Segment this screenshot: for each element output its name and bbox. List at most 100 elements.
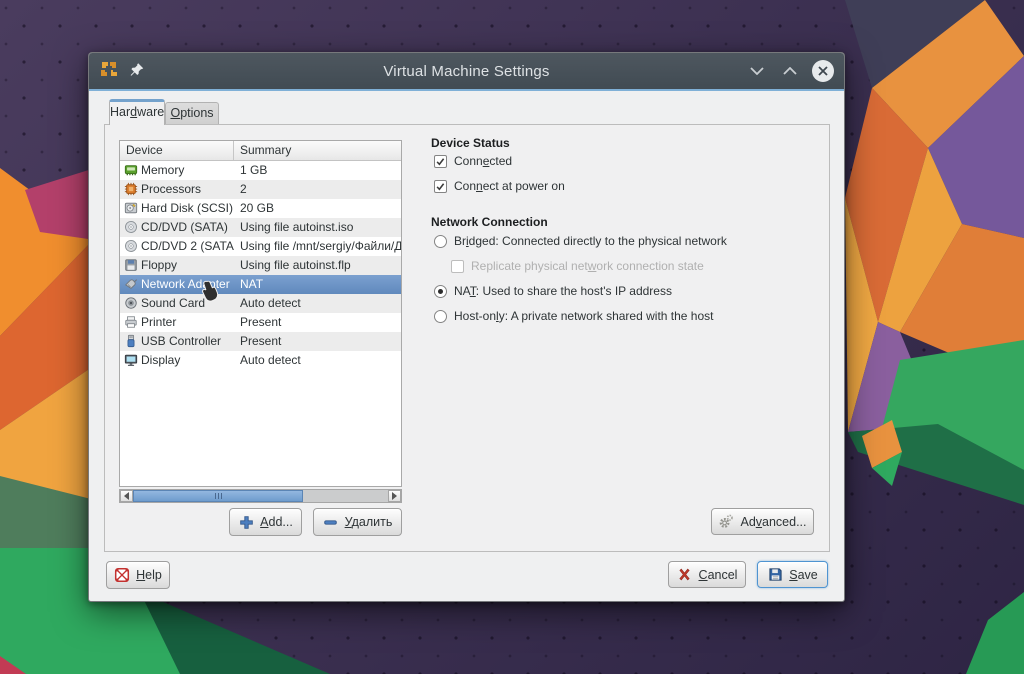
thumb-grip	[215, 493, 216, 499]
connected-checkbox-row[interactable]: Connected	[434, 154, 512, 168]
advanced-button-label: Advanced...	[740, 515, 806, 529]
device-row[interactable]: Display Auto detect	[120, 351, 401, 370]
device-name: Processors	[141, 180, 234, 199]
thumb-grip	[218, 493, 219, 499]
scroll-left-button[interactable]	[120, 490, 133, 502]
device-row[interactable]: Floppy Using file autoinst.flp	[120, 256, 401, 275]
device-name: CD/DVD (SATA)	[141, 218, 234, 237]
connect-at-power-on-label: Connect at power on	[454, 179, 565, 193]
maximize-button[interactable]	[779, 60, 801, 82]
cd-icon	[124, 239, 138, 253]
device-list: Memory 1 GB Processors 2 Hard Disk (SCSI…	[120, 161, 401, 370]
scroll-right-button[interactable]	[388, 490, 401, 502]
device-row[interactable]: Network Adapter NAT	[120, 275, 401, 294]
device-name: Hard Disk (SCSI)	[141, 199, 234, 218]
device-name: Floppy	[141, 256, 234, 275]
device-summary: Present	[234, 313, 401, 332]
minimize-button[interactable]	[746, 60, 768, 82]
help-button[interactable]: Help	[106, 561, 170, 589]
device-row[interactable]: Printer Present	[120, 313, 401, 332]
cancel-x-icon	[677, 567, 693, 583]
device-summary: NAT	[234, 275, 401, 294]
nat-radio-row[interactable]: NAT: Used to share the host's IP address	[434, 284, 672, 298]
device-row[interactable]: Processors 2	[120, 180, 401, 199]
bridged-radio-row[interactable]: Bridged: Connected directly to the physi…	[434, 234, 727, 248]
plus-icon	[238, 514, 254, 530]
display-icon	[124, 353, 138, 367]
device-row[interactable]: Hard Disk (SCSI) 20 GB	[120, 199, 401, 218]
device-summary: Present	[234, 332, 401, 351]
device-summary: 20 GB	[234, 199, 401, 218]
memory-icon	[124, 163, 138, 177]
processors-icon	[124, 182, 138, 196]
horizontal-scrollbar[interactable]	[119, 489, 402, 503]
device-summary: 2	[234, 180, 401, 199]
device-name: Printer	[141, 313, 234, 332]
nat-label: NAT: Used to share the host's IP address	[454, 284, 672, 298]
device-row[interactable]: USB Controller Present	[120, 332, 401, 351]
bridged-radio[interactable]	[434, 235, 447, 248]
gears-icon	[718, 514, 734, 530]
device-summary: Using file autoinst.flp	[234, 256, 401, 275]
connect-at-power-on-checkbox-row[interactable]: Connect at power on	[434, 179, 565, 193]
cd-icon	[124, 220, 138, 234]
column-header-summary[interactable]: Summary	[234, 141, 401, 160]
replicate-checkbox-row: Replicate physical network connection st…	[451, 259, 704, 273]
device-name: USB Controller	[141, 332, 234, 351]
network-icon	[124, 277, 138, 291]
tab-hardware[interactable]: Hardware	[109, 99, 165, 125]
host-only-radio[interactable]	[434, 310, 447, 323]
device-summary: 1 GB	[234, 161, 401, 180]
cancel-button[interactable]: Cancel	[668, 561, 746, 588]
printer-icon	[124, 315, 138, 329]
sound-icon	[124, 296, 138, 310]
save-button-label: Save	[789, 568, 818, 582]
connected-checkbox[interactable]	[434, 155, 447, 168]
host-only-label: Host-only: A private network shared with…	[454, 309, 713, 323]
bridged-label: Bridged: Connected directly to the physi…	[454, 234, 727, 248]
close-button[interactable]	[812, 60, 834, 82]
scrollbar-thumb[interactable]	[133, 490, 303, 502]
device-status-heading: Device Status	[431, 136, 510, 150]
scroll-left-arrow-icon	[124, 492, 129, 500]
column-header-device[interactable]: Device	[120, 141, 234, 160]
device-row[interactable]: Memory 1 GB	[120, 161, 401, 180]
device-name: Memory	[141, 161, 234, 180]
device-name: Sound Card	[141, 294, 234, 313]
replicate-checkbox	[451, 260, 464, 273]
remove-button-label: Удалить	[345, 515, 393, 529]
vm-settings-window: Virtual Machine Settings Hardware Option…	[88, 52, 845, 602]
device-name: Network Adapter	[141, 275, 234, 294]
tab-options[interactable]: Options	[165, 102, 219, 125]
device-row[interactable]: CD/DVD (SATA) Using file autoinst.iso	[120, 218, 401, 237]
floppy-icon	[124, 258, 138, 272]
device-summary: Auto detect	[234, 351, 401, 370]
window-titlebar[interactable]: Virtual Machine Settings	[89, 53, 844, 89]
advanced-button[interactable]: Advanced...	[711, 508, 814, 535]
remove-device-button[interactable]: Удалить	[313, 508, 402, 536]
device-summary: Auto detect	[234, 294, 401, 313]
device-summary: Using file /mnt/sergiy/Файли/Ди	[234, 237, 401, 256]
help-icon	[114, 567, 130, 583]
device-row[interactable]: CD/DVD 2 (SATA) Using file /mnt/sergiy/Ф…	[120, 237, 401, 256]
device-table: Device Summary Memory 1 GB Processors 2 …	[119, 140, 402, 487]
connect-at-power-on-checkbox[interactable]	[434, 180, 447, 193]
add-button-label: Add...	[260, 515, 293, 529]
save-floppy-icon	[767, 567, 783, 583]
device-row[interactable]: Sound Card Auto detect	[120, 294, 401, 313]
window-title: Virtual Machine Settings	[89, 63, 844, 80]
thumb-grip	[221, 493, 222, 499]
add-device-button[interactable]: Add...	[229, 508, 302, 536]
replicate-label: Replicate physical network connection st…	[471, 259, 704, 273]
nat-radio[interactable]	[434, 285, 447, 298]
titlebar-accent-line	[89, 89, 844, 91]
save-button[interactable]: Save	[757, 561, 828, 588]
help-button-label: Help	[136, 568, 162, 582]
desktop: Virtual Machine Settings Hardware Option…	[0, 0, 1024, 674]
device-table-header: Device Summary	[120, 141, 401, 161]
scroll-right-arrow-icon	[392, 492, 397, 500]
device-name: Display	[141, 351, 234, 370]
device-summary: Using file autoinst.iso	[234, 218, 401, 237]
host-only-radio-row[interactable]: Host-only: A private network shared with…	[434, 309, 713, 323]
connected-label: Connected	[454, 154, 512, 168]
